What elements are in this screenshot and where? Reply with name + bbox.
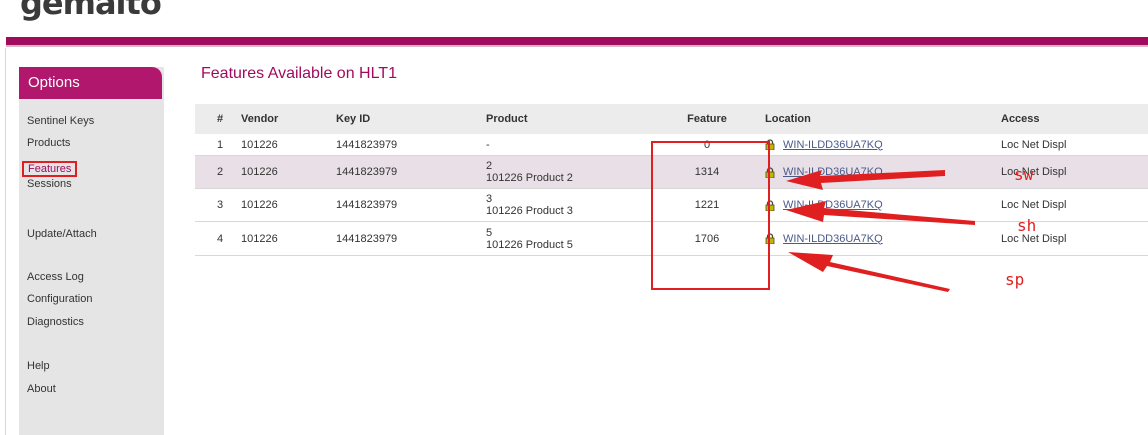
column-header-product[interactable]: Product <box>486 104 671 134</box>
product-id: 5 <box>486 226 493 239</box>
location-link[interactable]: WIN-ILDD36UA7KQ <box>783 233 883 245</box>
sidebar-item-configuration[interactable]: Configuration <box>27 293 92 305</box>
options-tab: Options <box>19 67 162 99</box>
product-name: 101226 Product 2 <box>486 172 573 184</box>
column-header-key-id[interactable]: Key ID <box>336 104 486 134</box>
cell-key-id: 1441823979 <box>336 221 486 256</box>
cell-num: 3 <box>195 188 241 222</box>
sidebar-item-help[interactable]: Help <box>27 360 50 372</box>
location-link[interactable]: WIN-ILDD36UA7KQ <box>783 139 883 151</box>
cell-vendor: 101226 <box>241 221 336 256</box>
sidebar-item-sentinel-keys[interactable]: Sentinel Keys <box>27 115 94 127</box>
cell-product: 2 101226 Product 2 <box>486 155 671 189</box>
sidebar-item-about[interactable]: About <box>27 383 56 395</box>
annotation-label-sp: sp <box>1005 270 1025 289</box>
annotation-label-sh: sh <box>1017 216 1037 235</box>
left-edge <box>0 48 6 435</box>
sidebar-item-products[interactable]: Products <box>27 137 70 149</box>
cell-location: WIN-ILDD36UA7KQ <box>765 134 1001 156</box>
arrow-sp <box>788 252 950 292</box>
column-header-spacer <box>743 104 765 134</box>
product-id: - <box>486 138 490 151</box>
cell-location: WIN-ILDD36UA7KQ <box>765 221 1001 256</box>
cell-num: 1 <box>195 134 241 156</box>
sidebar-item-sessions[interactable]: Sessions <box>27 178 72 190</box>
sidebar: Options Sentinel Keys Products Features … <box>19 67 164 435</box>
cell-vendor: 101226 <box>241 134 336 156</box>
cell-product: 5 101226 Product 5 <box>486 221 671 256</box>
page: gemalto Options Sentinel Keys Products F… <box>0 0 1148 435</box>
product-name: 101226 Product 3 <box>486 205 573 217</box>
table-header-row: # Vendor Key ID Product Feature Location… <box>195 104 1148 134</box>
cell-vendor: 101226 <box>241 155 336 189</box>
column-header-location[interactable]: Location <box>765 104 1001 134</box>
annotation-label-sw: sw <box>1014 165 1034 184</box>
location-link[interactable]: WIN-ILDD36UA7KQ <box>783 199 883 211</box>
cell-num: 2 <box>195 155 241 189</box>
sidebar-item-update-attach[interactable]: Update/Attach <box>27 228 97 240</box>
cell-access: Loc Net Displ <box>1001 134 1148 156</box>
cell-vendor: 101226 <box>241 188 336 222</box>
brand-logo: gemalto <box>20 0 162 22</box>
cell-key-id: 1441823979 <box>336 188 486 222</box>
location-link[interactable]: WIN-ILDD36UA7KQ <box>783 166 883 178</box>
column-header-feature[interactable]: Feature <box>671 104 743 134</box>
product-name: 101226 Product 5 <box>486 238 573 251</box>
sidebar-item-diagnostics[interactable]: Diagnostics <box>27 316 84 328</box>
column-header-num[interactable]: # <box>195 104 241 134</box>
cell-product: 3 101226 Product 3 <box>486 188 671 222</box>
cell-location: WIN-ILDD36UA7KQ <box>765 155 1001 189</box>
cell-key-id: 1441823979 <box>336 155 486 189</box>
product-id: 3 <box>486 193 493 205</box>
sidebar-item-access-log[interactable]: Access Log <box>27 271 84 283</box>
cell-location: WIN-ILDD36UA7KQ <box>765 188 1001 222</box>
brand-bar <box>6 37 1148 45</box>
feature-highlight-box <box>651 141 770 290</box>
cell-num: 4 <box>195 221 241 256</box>
product-id: 2 <box>486 160 493 172</box>
column-header-vendor[interactable]: Vendor <box>241 104 336 134</box>
cell-key-id: 1441823979 <box>336 134 486 156</box>
page-title: Features Available on HLT1 <box>201 65 397 82</box>
sidebar-item-features[interactable]: Features <box>21 161 78 177</box>
column-header-access[interactable]: Access <box>1001 104 1148 134</box>
brand-bar-shadow <box>6 45 1148 47</box>
cell-product: - <box>486 134 671 156</box>
